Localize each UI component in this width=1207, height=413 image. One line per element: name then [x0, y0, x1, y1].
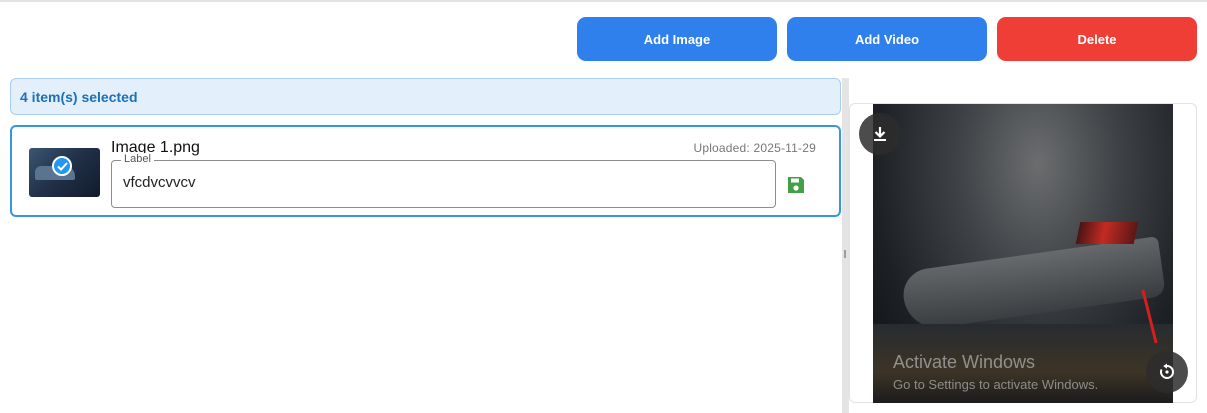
media-item-card[interactable]: Image 1.png Uploaded: 2025-11-29 Label: [10, 125, 841, 217]
floppy-disk-icon[interactable]: [786, 175, 806, 195]
preview-panel: Activate Windows Go to Settings to activ…: [849, 103, 1197, 403]
rotate-icon[interactable]: [1146, 351, 1188, 393]
watermark-title: Activate Windows: [893, 352, 1036, 372]
panel-resize-handle[interactable]: [842, 78, 849, 413]
watermark-subtitle: Go to Settings to activate Windows.: [893, 377, 1099, 392]
add-image-button[interactable]: Add Image: [577, 17, 777, 61]
item-thumbnail[interactable]: [29, 148, 100, 197]
label-field-caption: Label: [121, 153, 154, 165]
preview-image: Activate Windows Go to Settings to activ…: [873, 104, 1173, 403]
label-field[interactable]: Label: [111, 153, 776, 208]
add-video-button[interactable]: Add Video: [787, 17, 987, 61]
item-upload-date: Uploaded: 2025-11-29: [693, 141, 816, 155]
top-divider: [0, 0, 1207, 2]
label-input[interactable]: [123, 174, 763, 191]
selection-banner: 4 item(s) selected: [10, 78, 841, 115]
preview-car-body: [900, 236, 1166, 332]
check-circle-icon: [52, 156, 72, 176]
preview-tail-light: [1075, 222, 1139, 244]
resize-grip-icon: [844, 250, 846, 258]
download-icon[interactable]: [859, 113, 901, 155]
selection-count-text: 4 item(s) selected: [20, 88, 138, 105]
delete-button[interactable]: Delete: [997, 17, 1197, 61]
